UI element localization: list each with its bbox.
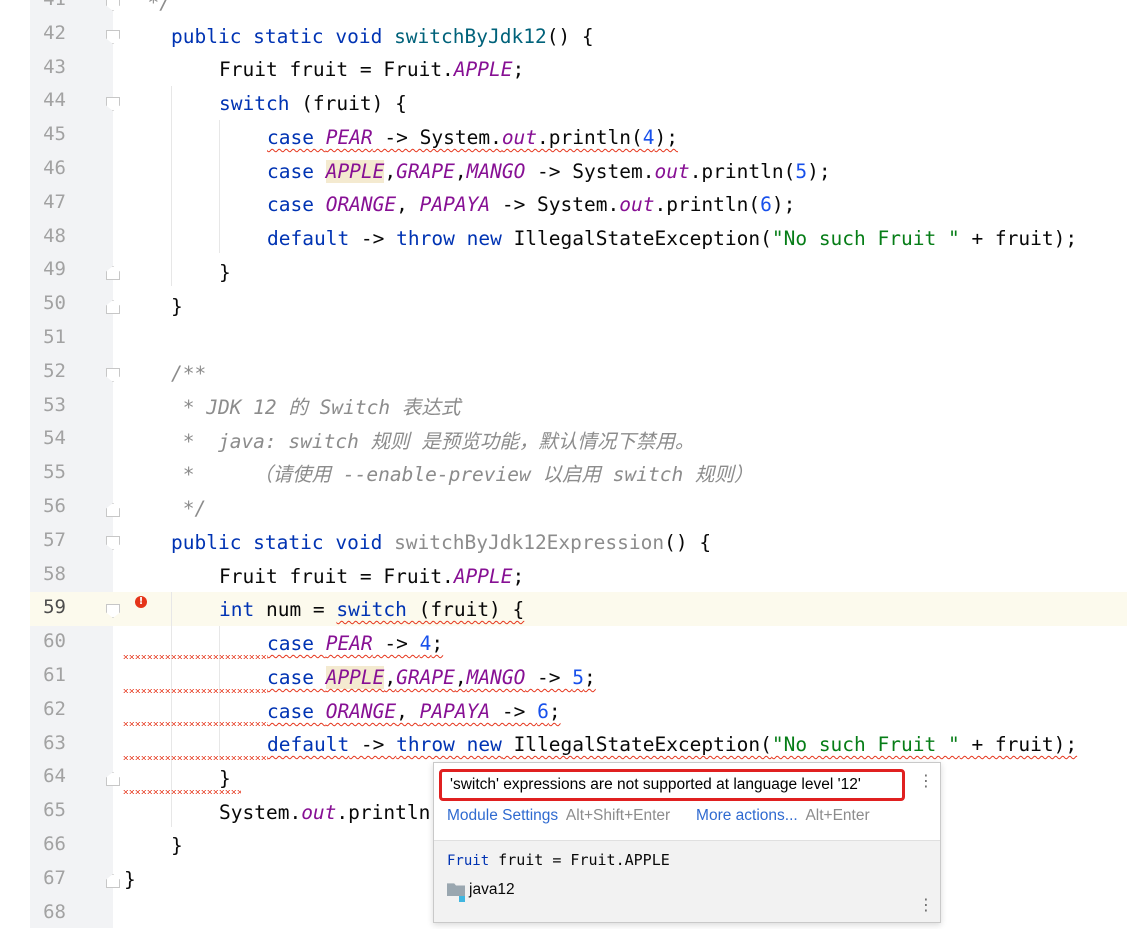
popup-actions: Module Settings Alt+Shift+Enter More act… [447,805,870,827]
line-number: 44 [43,89,66,112]
line-number: 46 [43,157,66,179]
module-badge-icon [459,896,465,902]
line-number: 66 [43,833,66,855]
code-line-53: * JDK 12 的 Switch 表达式 [171,396,461,419]
code-line-54: * java: switch 规则 是预览功能，默认情况下禁用。 [171,430,695,453]
line-number: 63 [43,731,66,754]
code-line-50: } [171,295,183,318]
code-line-61: case APPLE,GRAPE,MANGO -> 5; [267,666,596,689]
code-line-66: } [171,834,183,857]
module-folder-icon [447,883,465,896]
code-line-48: default -> throw new IllegalStateExcepti… [267,227,1078,250]
code-line-42: public static void switchByJdk12() { [171,25,594,48]
line-number: 52 [43,359,66,382]
error-popup: 'switch' expressions are not supported a… [433,762,941,923]
indent-guide [171,86,172,286]
code-line-49: } [219,261,231,284]
code-line-67: } [124,868,136,891]
code-line-63: default -> throw new IllegalStateExcepti… [267,733,1078,756]
more-actions-link[interactable]: More actions... [696,807,798,824]
error-squiggle [123,655,268,659]
error-squiggle [123,689,268,693]
editor-left-margin [0,0,30,928]
error-message: 'switch' expressions are not supported a… [439,769,905,801]
kebab-icon[interactable]: ⋮ [918,895,934,914]
line-number: 59 [43,596,66,619]
error-squiggle [123,756,268,760]
line-number: 64 [43,765,66,788]
code-line-46: case APPLE,GRAPE,MANGO -> System.out.pri… [267,160,831,183]
line-number: 50 [43,292,66,315]
current-line-highlight [30,592,1127,626]
indent-guide [219,120,220,253]
code-line-56: */ [171,497,207,520]
error-squiggle [123,722,268,726]
code-line-59: int num = switch (fruit) { [219,598,525,621]
line-number: 68 [43,900,66,923]
line-number: 62 [43,697,66,720]
line-number: 43 [43,55,66,78]
code-line-41: */ [147,0,171,14]
line-number: 56 [43,495,66,517]
line-number: 55 [43,461,66,484]
line-number: 48 [43,224,66,247]
line-number: 57 [43,528,66,551]
module-settings-shortcut: Alt+Shift+Enter [565,807,671,824]
code-line-57: public static void switchByJdk12Expressi… [171,531,712,554]
code-line-58: Fruit fruit = Fruit.APPLE; [219,565,525,588]
error-icon[interactable]: ! [135,596,147,608]
line-number: 61 [43,664,66,686]
line-number: 51 [43,326,66,348]
line-number: 60 [43,630,66,653]
line-number: 54 [43,427,66,450]
popup-module: java12 [447,881,515,899]
code-line-45: case PEAR -> System.out.println(4); [267,126,678,149]
code-line-47: case ORANGE, PAPAYA -> System.out.printl… [267,193,796,216]
kebab-icon[interactable]: ⋮ [918,771,934,790]
code-line-65: System.out.println [219,801,431,824]
code-line-52: /** [171,362,207,385]
more-actions-shortcut: Alt+Enter [805,807,870,824]
line-number: 41 [30,0,66,17]
line-number: 67 [43,866,66,889]
line-number: 47 [43,190,66,213]
code-line-62: case ORANGE, PAPAYA -> 6; [267,700,561,723]
code-line-43: Fruit fruit = Fruit.APPLE; [219,58,525,81]
code-line-44: switch (fruit) { [219,92,407,115]
line-number: 53 [43,393,66,416]
code-line-60: case PEAR -> 4; [267,632,444,655]
code-line-55: * （请使用 --enable-preview 以启用 switch 规则） [171,463,754,486]
error-squiggle [123,790,241,794]
line-number: 65 [43,799,66,822]
line-number: 45 [43,123,66,146]
line-number: 58 [43,562,66,585]
popup-declaration: Fruit fruit = Fruit.APPLE [447,851,670,869]
line-number: 49 [43,258,66,281]
line-number: 42 [43,21,66,44]
module-settings-link[interactable]: Module Settings [447,807,558,824]
